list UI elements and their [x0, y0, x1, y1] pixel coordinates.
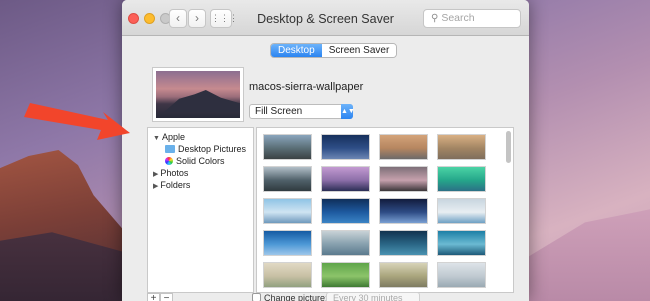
change-picture-label: Change picture:	[264, 293, 328, 301]
disclosure-closed-icon[interactable]: ▶	[153, 183, 158, 190]
sidebar-item-label: Folders	[160, 180, 191, 190]
wallpaper-thumbnail[interactable]	[437, 166, 486, 192]
folder-icon	[165, 145, 175, 153]
fit-dropdown-value: Fill Screen	[255, 106, 303, 117]
wallpaper-thumbnail[interactable]	[321, 198, 370, 224]
wallpaper-thumbnail[interactable]	[379, 166, 428, 192]
preferences-window: ‹ › ⋮⋮⋮ Desktop & Screen Saver ⚲ Search D…	[122, 0, 529, 301]
wallpaper-preview	[152, 67, 244, 122]
wallpaper-thumbnail[interactable]	[437, 262, 486, 288]
source-sidebar: ▼ Apple Desktop Pictures Solid Colors ▶ Ph…	[147, 127, 254, 293]
title-bar: ‹ › ⋮⋮⋮ Desktop & Screen Saver ⚲ Search	[122, 0, 529, 36]
updown-arrow-icon: ▲▼	[341, 104, 355, 119]
wallpaper-name: macos-sierra-wallpaper	[249, 81, 364, 93]
preview-image	[156, 71, 240, 118]
wallpaper-thumbnail[interactable]	[379, 230, 428, 256]
scrollbar[interactable]	[506, 131, 511, 163]
wallpaper-thumbnail[interactable]	[263, 230, 312, 256]
search-input[interactable]: ⚲ Search	[423, 9, 521, 28]
sidebar-item-photos[interactable]: ▶ Photos	[153, 167, 188, 179]
wallpaper-thumbnail[interactable]	[263, 134, 312, 160]
search-icon: ⚲	[431, 13, 439, 24]
color-wheel-icon	[165, 157, 173, 165]
wallpaper-grid	[256, 127, 514, 293]
wallpaper-thumbnail[interactable]	[437, 198, 486, 224]
wallpaper-thumbnail[interactable]	[263, 198, 312, 224]
remove-folder-button[interactable]: −	[160, 293, 173, 301]
change-picture-checkbox[interactable]	[252, 293, 261, 301]
tab-desktop[interactable]: Desktop	[271, 44, 322, 57]
tab-control: Desktop Screen Saver	[270, 43, 398, 58]
add-folder-button[interactable]: +	[147, 293, 160, 301]
wallpaper-thumbnail[interactable]	[379, 198, 428, 224]
sidebar-item-folders[interactable]: ▶ Folders	[153, 179, 190, 191]
fit-dropdown[interactable]: Fill Screen ▲▼	[249, 104, 355, 119]
sidebar-item-apple[interactable]: ▼ Apple	[153, 131, 185, 143]
interval-dropdown[interactable]: Every 30 minutes	[326, 292, 420, 301]
sidebar-item-label: Desktop Pictures	[178, 144, 247, 154]
folder-buttons: + −	[147, 293, 173, 301]
mountain-right	[520, 209, 650, 301]
sidebar-item-label: Photos	[160, 168, 189, 178]
wallpaper-thumbnail[interactable]	[379, 262, 428, 288]
wallpaper-thumbnail[interactable]	[263, 166, 312, 192]
tab-screen-saver[interactable]: Screen Saver	[321, 44, 397, 57]
sidebar-item-label: Apple	[161, 132, 185, 142]
sidebar-item-label: Solid Colors	[176, 156, 225, 166]
disclosure-closed-icon[interactable]: ▶	[153, 171, 158, 178]
disclosure-open-icon[interactable]: ▼	[153, 135, 160, 142]
sidebar-item-solid-colors[interactable]: Solid Colors	[165, 155, 225, 167]
wallpaper-thumbnail[interactable]	[321, 262, 370, 288]
wallpaper-thumbnail[interactable]	[321, 230, 370, 256]
wallpaper-thumbnail[interactable]	[437, 134, 486, 160]
search-placeholder: Search	[441, 12, 475, 24]
change-picture-option[interactable]: Change picture:	[252, 293, 328, 301]
wallpaper-thumbnail[interactable]	[437, 230, 486, 256]
sidebar-item-desktop-pictures[interactable]: Desktop Pictures	[165, 143, 246, 155]
wallpaper-thumbnail[interactable]	[321, 166, 370, 192]
wallpaper-thumbnail[interactable]	[321, 134, 370, 160]
wallpaper-thumbnail[interactable]	[263, 262, 312, 288]
wallpaper-thumbnail[interactable]	[379, 134, 428, 160]
